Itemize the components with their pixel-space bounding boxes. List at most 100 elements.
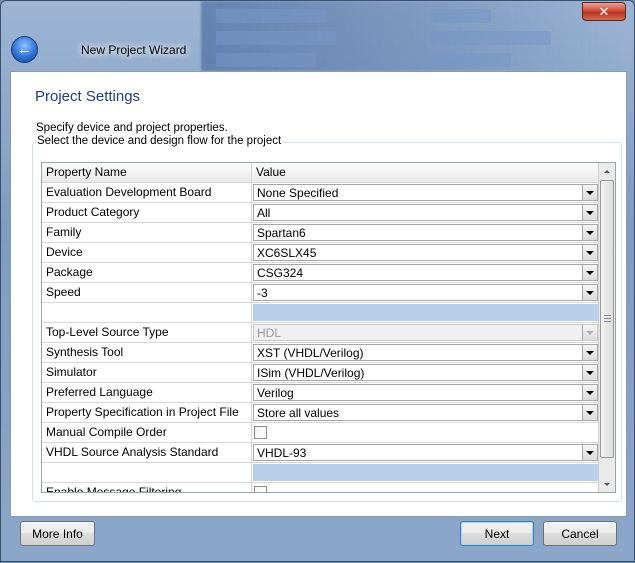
- property-checkbox[interactable]: [254, 426, 267, 439]
- property-row: Simulator ISim (VHDL/Verilog): [42, 363, 600, 383]
- property-name: Family: [42, 223, 252, 242]
- property-row: Top-Level Source Type HDL: [42, 323, 600, 343]
- property-value-dropdown[interactable]: XC6SLX45: [253, 244, 598, 261]
- grid-header: Property Name Value: [42, 163, 600, 183]
- property-name: [42, 303, 252, 322]
- dropdown-value: ISim (VHDL/Verilog): [257, 366, 365, 380]
- chevron-down-icon: [586, 350, 594, 355]
- property-name: Synthesis Tool: [42, 343, 252, 362]
- cancel-button[interactable]: Cancel: [543, 521, 617, 546]
- property-value-dropdown[interactable]: None Specified: [253, 184, 598, 201]
- column-header-value: Value: [252, 163, 600, 182]
- back-button[interactable]: ←: [11, 36, 38, 63]
- property-name: VHDL Source Analysis Standard: [42, 443, 252, 462]
- more-info-button[interactable]: More Info: [20, 521, 95, 546]
- property-name: Speed: [42, 283, 252, 302]
- background-blur: [216, 9, 326, 23]
- property-name: Simulator: [42, 363, 252, 382]
- property-value-cell: [252, 303, 600, 322]
- property-value-dropdown[interactable]: All: [253, 204, 598, 221]
- property-name: Package: [42, 263, 252, 282]
- property-name: Device: [42, 243, 252, 262]
- background-blur: [431, 9, 491, 23]
- property-row: [42, 463, 600, 483]
- property-value-dropdown[interactable]: ISim (VHDL/Verilog): [253, 364, 598, 381]
- property-name: Manual Compile Order: [42, 423, 252, 442]
- property-value-cell: Store all values: [252, 403, 600, 422]
- property-name: Top-Level Source Type: [42, 323, 252, 342]
- dropdown-arrow-button[interactable]: [582, 345, 597, 360]
- column-header-property-name: Property Name: [42, 163, 252, 182]
- property-value-cell: [252, 483, 600, 492]
- property-value-cell: -3: [252, 283, 600, 302]
- background-blur: [431, 53, 511, 67]
- property-value-dropdown[interactable]: -3: [253, 284, 598, 301]
- property-value-dropdown[interactable]: CSG324: [253, 264, 598, 281]
- separator-fill: [253, 464, 598, 481]
- dropdown-value: All: [257, 206, 271, 220]
- scroll-up-button[interactable]: [599, 163, 615, 179]
- property-row: Family Spartan6: [42, 223, 600, 243]
- chevron-down-icon: [586, 230, 594, 235]
- property-value-cell: HDL: [252, 323, 600, 342]
- dropdown-arrow-button[interactable]: [582, 185, 597, 200]
- property-checkbox[interactable]: [254, 486, 267, 492]
- property-row: Enable Message Filtering: [42, 483, 600, 492]
- chevron-down-icon: [586, 390, 594, 395]
- property-value-dropdown[interactable]: XST (VHDL/Verilog): [253, 344, 598, 361]
- property-value-cell: CSG324: [252, 263, 600, 282]
- scrollbar-thumb[interactable]: [600, 180, 614, 458]
- property-row: VHDL Source Analysis Standard VHDL-93: [42, 443, 600, 463]
- chevron-down-icon: [586, 330, 594, 335]
- chevron-down-icon: [586, 250, 594, 255]
- wizard-footer: More Info Next Cancel: [1, 517, 635, 563]
- property-value-dropdown[interactable]: VHDL-93: [253, 444, 598, 461]
- property-row: Speed -3: [42, 283, 600, 303]
- property-row: Evaluation Development Board None Specifi…: [42, 183, 600, 203]
- property-value-cell: All: [252, 203, 600, 222]
- chevron-down-icon: [586, 290, 594, 295]
- page-title: Project Settings: [35, 88, 141, 105]
- dropdown-arrow-button: [582, 325, 597, 340]
- dropdown-value: -3: [257, 286, 268, 300]
- chevron-down-icon: [586, 370, 594, 375]
- property-value-dropdown[interactable]: Verilog: [253, 384, 598, 401]
- grip-icon: [604, 315, 611, 322]
- property-value-cell: XST (VHDL/Verilog): [252, 343, 600, 362]
- dropdown-value: HDL: [257, 326, 282, 340]
- vertical-scrollbar[interactable]: [598, 163, 615, 492]
- dropdown-value: Verilog: [257, 386, 294, 400]
- dropdown-arrow-button[interactable]: [582, 225, 597, 240]
- dropdown-arrow-button[interactable]: [582, 405, 597, 420]
- dropdown-arrow-button[interactable]: [582, 245, 597, 260]
- property-row: Package CSG324: [42, 263, 600, 283]
- dropdown-arrow-button[interactable]: [582, 205, 597, 220]
- property-name: Property Specification in Project File: [42, 403, 252, 422]
- property-name: Product Category: [42, 203, 252, 222]
- window-title: New Project Wizard: [81, 43, 187, 57]
- chevron-down-icon: [586, 270, 594, 275]
- dropdown-value: CSG324: [257, 266, 304, 280]
- next-button[interactable]: Next: [460, 521, 534, 546]
- property-value-cell: None Specified: [252, 183, 600, 202]
- back-arrow-icon: ←: [17, 41, 32, 58]
- property-value-dropdown: HDL: [253, 324, 598, 341]
- dropdown-arrow-button[interactable]: [582, 265, 597, 280]
- dropdown-value: None Specified: [257, 186, 339, 200]
- property-value-cell: [252, 463, 600, 482]
- close-button[interactable]: ✕: [582, 2, 626, 21]
- property-row: [42, 303, 600, 323]
- background-blur: [216, 53, 316, 67]
- dropdown-arrow-button[interactable]: [582, 285, 597, 300]
- property-value-dropdown[interactable]: Store all values: [253, 404, 598, 421]
- property-value-dropdown[interactable]: Spartan6: [253, 224, 598, 241]
- dropdown-arrow-button[interactable]: [582, 385, 597, 400]
- background-blur: [431, 31, 551, 45]
- scroll-down-button[interactable]: [599, 476, 615, 492]
- groupbox-label: Select the device and design flow for th…: [36, 135, 283, 147]
- dropdown-arrow-button[interactable]: [582, 445, 597, 460]
- property-name: Preferred Language: [42, 383, 252, 402]
- dropdown-arrow-button[interactable]: [582, 365, 597, 380]
- property-row: Property Specification in Project File St…: [42, 403, 600, 423]
- wizard-content: Project Settings Specify device and proj…: [10, 71, 627, 517]
